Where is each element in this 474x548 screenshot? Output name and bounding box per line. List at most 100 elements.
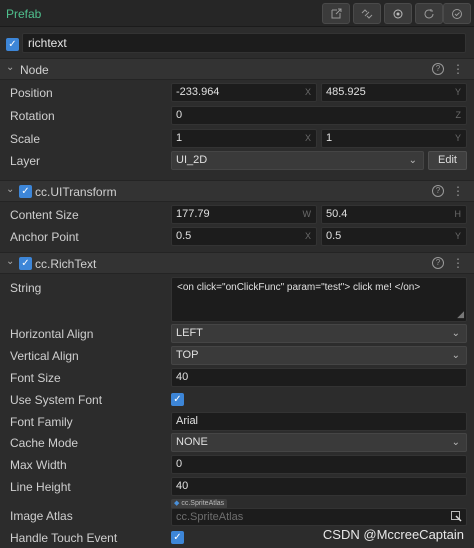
help-icon[interactable]: ?	[432, 63, 444, 75]
more-options-icon[interactable]: ⋮	[452, 62, 464, 76]
chevron-down-icon[interactable]: ⌄	[6, 62, 14, 73]
use-system-font-label: Use System Font	[10, 393, 103, 407]
content-size-height-input[interactable]: 50.4 H	[321, 205, 467, 224]
max-width-row: Max Width 0	[0, 454, 474, 476]
anchor-y-input[interactable]: 0.5 Y	[321, 227, 467, 246]
resize-handle-icon[interactable]: ◢	[457, 310, 464, 320]
layer-label: Layer	[10, 154, 41, 168]
content-size-row: Content Size 177.79 W 50.4 H	[0, 204, 474, 226]
asset-picker-icon[interactable]	[451, 511, 462, 527]
axis-x-label: X	[304, 231, 311, 241]
max-width-label: Max Width	[10, 458, 67, 472]
asset-type-icon: ◆	[174, 500, 180, 507]
scale-y-input[interactable]: 1 Y	[321, 129, 467, 148]
image-atlas-field[interactable]: cc.SpriteAtlas	[171, 508, 467, 526]
position-y-value: 485.925	[326, 86, 366, 98]
chevron-down-icon: ⌄	[451, 350, 460, 361]
layer-select[interactable]: UI_2D ⌄	[171, 151, 424, 170]
vertical-align-label: Vertical Align	[10, 349, 79, 363]
horizontal-align-select[interactable]: LEFT ⌄	[171, 324, 467, 343]
handle-touch-event-checkbox[interactable]: ✓	[171, 531, 184, 544]
axis-w-label: W	[302, 209, 312, 219]
vertical-align-select[interactable]: TOP ⌄	[171, 346, 467, 365]
help-icon[interactable]: ?	[432, 257, 444, 269]
node-name-bar: ✓ richtext	[0, 31, 474, 56]
uitransform-section-header[interactable]: ⌄ ✓ cc.UITransform ? ⋮	[0, 180, 474, 202]
font-size-input[interactable]: 40	[171, 368, 467, 387]
handle-touch-event-label: Handle Touch Event	[10, 531, 118, 545]
uitransform-enabled-checkbox[interactable]: ✓	[19, 185, 32, 198]
position-x-input[interactable]: -233.964 X	[171, 83, 317, 102]
font-size-label: Font Size	[10, 371, 61, 385]
axis-z-label: Z	[455, 110, 462, 120]
horizontal-align-label: Horizontal Align	[10, 327, 94, 341]
cache-mode-label: Cache Mode	[10, 436, 79, 450]
font-family-row: Font Family Arial	[0, 411, 474, 433]
chevron-down-icon: ⌄	[451, 328, 460, 339]
position-x-value: -233.964	[176, 86, 220, 98]
scale-row: Scale 1 X 1 Y	[0, 128, 474, 150]
use-system-font-row: Use System Font ✓	[0, 389, 474, 411]
line-height-row: Line Height 40	[0, 476, 474, 498]
axis-h-label: H	[454, 209, 462, 219]
content-size-label: Content Size	[10, 208, 79, 222]
node-name-input[interactable]: richtext	[22, 33, 466, 53]
unlink-icon[interactable]	[353, 3, 381, 24]
use-system-font-checkbox[interactable]: ✓	[171, 393, 184, 406]
anchor-point-label: Anchor Point	[10, 230, 79, 244]
scale-y-value: 1	[326, 132, 333, 144]
font-family-input[interactable]: Arial	[171, 412, 467, 431]
cache-mode-value: NONE	[176, 436, 208, 448]
axis-y-label: Y	[454, 87, 461, 97]
string-label: String	[10, 281, 42, 295]
anchor-x-input[interactable]: 0.5 X	[171, 227, 317, 246]
axis-y-label: Y	[454, 231, 461, 241]
inspector-toolbar: Prefab	[0, 0, 474, 27]
cache-mode-select[interactable]: NONE ⌄	[171, 433, 467, 452]
locate-icon[interactable]	[384, 3, 412, 24]
asset-type-badge-text: cc.SpriteAtlas	[181, 500, 225, 507]
content-size-width-input[interactable]: 177.79 W	[171, 205, 317, 224]
chevron-down-icon: ⌄	[451, 437, 460, 448]
content-size-height-value: 50.4	[326, 208, 348, 220]
layer-value: UI_2D	[176, 154, 208, 166]
axis-x-label: X	[304, 133, 311, 143]
string-textarea[interactable]: <on click="onClickFunc" param="test"> cl…	[171, 277, 467, 322]
scale-x-value: 1	[176, 132, 183, 144]
axis-x-label: X	[304, 87, 311, 97]
rotation-z-value: 0	[176, 109, 183, 121]
font-family-label: Font Family	[10, 415, 73, 429]
image-atlas-placeholder: cc.SpriteAtlas	[176, 511, 244, 523]
richtext-section-header[interactable]: ⌄ ✓ cc.RichText ? ⋮	[0, 252, 474, 274]
layer-edit-button[interactable]: Edit	[428, 151, 467, 170]
anchor-point-row: Anchor Point 0.5 X 0.5 Y	[0, 226, 474, 248]
vertical-align-row: Vertical Align TOP ⌄	[0, 345, 474, 367]
chevron-down-icon[interactable]: ⌄	[6, 256, 14, 267]
line-height-input[interactable]: 40	[171, 477, 467, 496]
position-label: Position	[10, 86, 53, 100]
string-value: <on click="onClickFunc" param="test"> cl…	[177, 282, 421, 293]
scale-x-input[interactable]: 1 X	[171, 129, 317, 148]
position-y-input[interactable]: 485.925 Y	[321, 83, 467, 102]
more-options-icon[interactable]: ⋮	[452, 184, 464, 198]
rotation-z-input[interactable]: 0 Z	[171, 106, 467, 125]
node-section-header[interactable]: ⌄ Node ? ⋮	[0, 58, 474, 80]
font-size-row: Font Size 40	[0, 367, 474, 389]
cache-mode-row: Cache Mode NONE ⌄	[0, 432, 474, 454]
image-atlas-label: Image Atlas	[10, 509, 73, 523]
apply-icon[interactable]	[443, 3, 471, 24]
chevron-down-icon[interactable]: ⌄	[6, 184, 14, 195]
more-options-icon[interactable]: ⋮	[452, 256, 464, 270]
richtext-enabled-checkbox[interactable]: ✓	[19, 257, 32, 270]
export-icon[interactable]	[322, 3, 350, 24]
help-icon[interactable]: ?	[432, 185, 444, 197]
chevron-down-icon: ⌄	[408, 155, 417, 166]
vertical-align-value: TOP	[176, 349, 199, 361]
node-active-checkbox[interactable]: ✓	[6, 38, 19, 51]
layer-row: Layer UI_2D ⌄ Edit	[0, 150, 474, 172]
revert-icon[interactable]	[415, 3, 443, 24]
uitransform-section-title: cc.UITransform	[35, 185, 117, 199]
prefab-label: Prefab	[6, 7, 42, 21]
max-width-input[interactable]: 0	[171, 455, 467, 474]
rotation-label: Rotation	[10, 109, 55, 123]
